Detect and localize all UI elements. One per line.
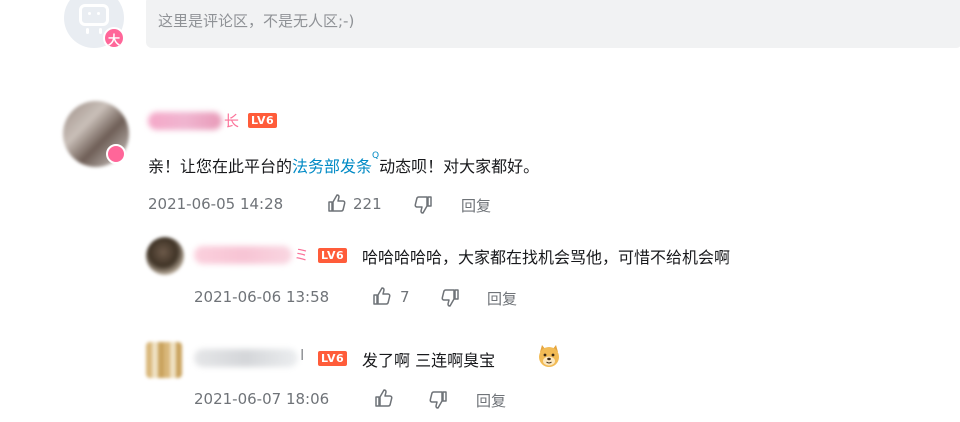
comment-text-after: 动态呗！对大家都好。 [379,157,540,176]
comment-avatar-badge [106,144,126,164]
level-badge: LV6 [318,248,348,263]
level-badge: LV6 [318,351,348,366]
reply-reply-button[interactable]: 回复 [476,390,506,411]
reply-username-blurred[interactable] [194,246,292,264]
search-link-icon: Q [372,151,380,161]
tv-icon [79,4,109,26]
doge-emoji [536,343,562,373]
reply-timestamp: 2021-06-07 18:06 [194,390,330,408]
comment-like-count: 221 [353,195,382,213]
reply-like-count: 7 [400,288,410,306]
thumbs-up-icon[interactable] [372,286,392,310]
comment-reply-button[interactable]: 回复 [461,195,491,216]
comment-search-link[interactable]: 法务部发条 [292,157,372,176]
reply-avatar[interactable] [146,342,182,378]
comment-username-blurred[interactable] [148,112,222,130]
tv-eye-left [88,12,91,15]
thumbs-down-icon[interactable] [413,195,433,219]
comment-content: 亲！让您在此平台的法务部发条Q动态呗！对大家都好。 [148,151,540,177]
thumbs-down-icon[interactable] [428,390,448,414]
reply-username-fragment[interactable]: I [300,346,304,364]
vip-badge: 大 [103,27,125,49]
reply-username-blurred[interactable] [194,349,298,367]
reply-content: 哈哈哈哈哈，大家都在找机会骂他，可惜不给机会啊 [362,248,731,267]
reply-avatar[interactable] [146,237,184,275]
thumbs-up-icon[interactable] [327,193,347,217]
tv-foot-left [86,28,89,34]
level-badge: LV6 [248,113,278,128]
comment-timestamp: 2021-06-05 14:28 [148,195,284,213]
tv-eye-right [97,12,100,15]
comment-input-placeholder: 这里是评论区，不是无人区;-) [158,12,355,30]
comment-input[interactable]: 这里是评论区，不是无人区;-) [146,0,960,48]
reply-timestamp: 2021-06-06 13:58 [194,288,330,306]
comment-text-before: 亲！让您在此平台的 [148,157,293,176]
thumbs-down-icon[interactable] [440,288,460,312]
thumbs-up-icon[interactable] [374,388,394,412]
comment-username-fragment[interactable]: 长 [224,110,239,131]
reply-content: 发了啊 三连啊臭宝 [362,351,496,370]
tv-foot-right [99,28,102,34]
reply-username-fragment[interactable]: ミ [294,244,309,265]
reply-reply-button[interactable]: 回复 [487,288,517,309]
